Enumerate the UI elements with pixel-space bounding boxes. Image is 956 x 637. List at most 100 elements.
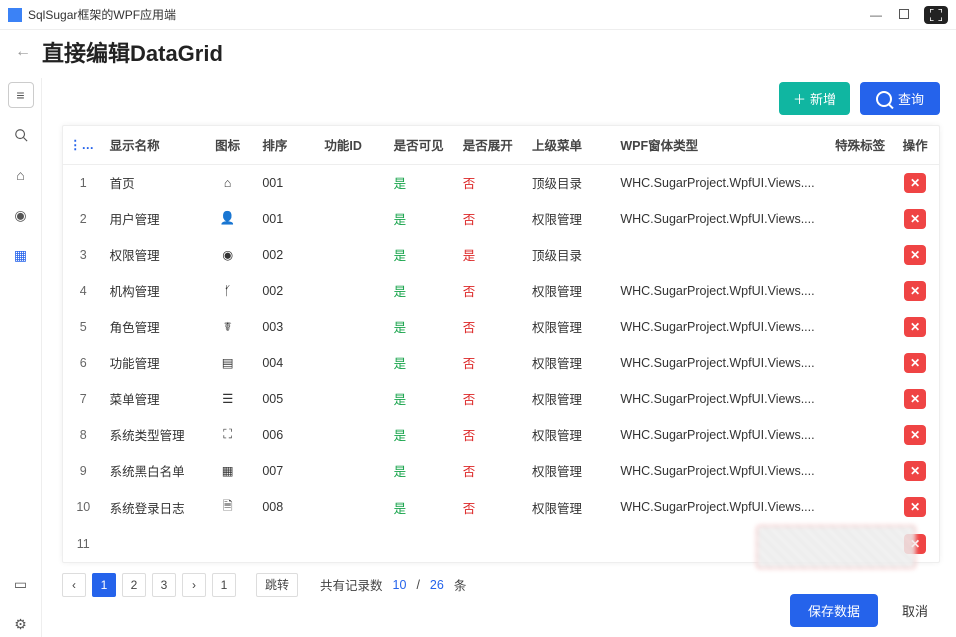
cell-sort[interactable]: 001 bbox=[256, 164, 318, 201]
cell-visible[interactable]: 是 bbox=[388, 417, 457, 453]
cell-parent[interactable]: 权限管理 bbox=[526, 309, 614, 345]
cell-tag[interactable] bbox=[829, 381, 891, 417]
table-row[interactable]: 2用户管理👤001是否权限管理WHC.SugarProject.WpfUI.Vi… bbox=[63, 201, 939, 237]
cell-wpf[interactable]: WHC.SugarProject.WpfUI.Views.... bbox=[614, 381, 829, 417]
cell-expand[interactable]: 否 bbox=[457, 309, 526, 345]
cell-name[interactable] bbox=[104, 526, 199, 562]
table-row[interactable]: 3权限管理◉002是是顶级目录✕ bbox=[63, 237, 939, 273]
cancel-button[interactable]: 取消 bbox=[890, 594, 940, 627]
cell-tag[interactable] bbox=[829, 453, 891, 489]
cell-wpf[interactable]: WHC.SugarProject.WpfUI.Views.... bbox=[614, 345, 829, 381]
cell-sort[interactable]: 006 bbox=[256, 417, 318, 453]
cell-tag[interactable] bbox=[829, 417, 891, 453]
cell-tag[interactable] bbox=[829, 164, 891, 201]
col-sort[interactable]: 排序 bbox=[256, 126, 318, 164]
table-row[interactable]: 7菜单管理☰005是否权限管理WHC.SugarProject.WpfUI.Vi… bbox=[63, 381, 939, 417]
cell-name[interactable]: 菜单管理 bbox=[104, 381, 199, 417]
cell-name[interactable]: 首页 bbox=[104, 164, 199, 201]
delete-button[interactable]: ✕ bbox=[904, 281, 926, 301]
cell-wpf[interactable]: WHC.SugarProject.WpfUI.Views.... bbox=[614, 273, 829, 309]
cell-expand[interactable]: 否 bbox=[457, 345, 526, 381]
table-row[interactable]: 5角色管理☤003是否权限管理WHC.SugarProject.WpfUI.Vi… bbox=[63, 309, 939, 345]
save-button[interactable]: 保存数据 bbox=[790, 594, 878, 627]
page-next[interactable]: › bbox=[182, 573, 206, 597]
cell-wpf[interactable]: WHC.SugarProject.WpfUI.Views.... bbox=[614, 309, 829, 345]
back-button[interactable]: ← bbox=[14, 43, 32, 61]
cell-tag[interactable] bbox=[829, 273, 891, 309]
cell-sort[interactable]: 002 bbox=[256, 237, 318, 273]
page-jump-button[interactable]: 跳转 bbox=[256, 573, 298, 597]
cell-funcid[interactable] bbox=[318, 273, 387, 309]
cell-tag[interactable] bbox=[829, 237, 891, 273]
cell-sort[interactable]: 004 bbox=[256, 345, 318, 381]
cell-name[interactable]: 用户管理 bbox=[104, 201, 199, 237]
cell-funcid[interactable] bbox=[318, 417, 387, 453]
page-2[interactable]: 2 bbox=[122, 573, 146, 597]
cell-wpf[interactable]: WHC.SugarProject.WpfUI.Views.... bbox=[614, 489, 829, 526]
cell-parent[interactable]: 权限管理 bbox=[526, 273, 614, 309]
cell-wpf[interactable]: WHC.SugarProject.WpfUI.Views.... bbox=[614, 164, 829, 201]
col-name[interactable]: 显示名称 bbox=[104, 126, 199, 164]
cell-visible[interactable]: 是 bbox=[388, 201, 457, 237]
page-1[interactable]: 1 bbox=[92, 573, 116, 597]
cell-expand[interactable]: 否 bbox=[457, 273, 526, 309]
col-expand[interactable]: 是否展开 bbox=[457, 126, 526, 164]
home-icon[interactable]: ⌂ bbox=[8, 162, 34, 188]
cell-sort[interactable] bbox=[256, 526, 318, 562]
cell-funcid[interactable] bbox=[318, 453, 387, 489]
cell-parent[interactable]: 权限管理 bbox=[526, 201, 614, 237]
delete-button[interactable]: ✕ bbox=[904, 497, 926, 517]
cell-sort[interactable]: 002 bbox=[256, 273, 318, 309]
table-row[interactable]: 1首页⌂001是否顶级目录WHC.SugarProject.WpfUI.View… bbox=[63, 164, 939, 201]
cell-sort[interactable]: 003 bbox=[256, 309, 318, 345]
search-icon[interactable] bbox=[8, 122, 34, 148]
cell-expand[interactable]: 否 bbox=[457, 381, 526, 417]
cell-name[interactable]: 权限管理 bbox=[104, 237, 199, 273]
cell-expand[interactable]: 否 bbox=[457, 453, 526, 489]
cell-wpf[interactable]: WHC.SugarProject.WpfUI.Views.... bbox=[614, 453, 829, 489]
cell-sort[interactable]: 001 bbox=[256, 201, 318, 237]
cell-funcid[interactable] bbox=[318, 237, 387, 273]
cell-funcid[interactable] bbox=[318, 489, 387, 526]
cell-visible[interactable]: 是 bbox=[388, 453, 457, 489]
cell-name[interactable]: 机构管理 bbox=[104, 273, 199, 309]
cell-expand[interactable]: 是 bbox=[457, 237, 526, 273]
col-funcid[interactable]: 功能ID bbox=[318, 126, 387, 164]
table-row[interactable]: 9系统黑白名单▦007是否权限管理WHC.SugarProject.WpfUI.… bbox=[63, 453, 939, 489]
col-icon[interactable]: 图标 bbox=[199, 126, 256, 164]
cell-parent[interactable]: 权限管理 bbox=[526, 489, 614, 526]
cell-tag[interactable] bbox=[829, 201, 891, 237]
cell-name[interactable]: 系统黑白名单 bbox=[104, 453, 199, 489]
col-parent[interactable]: 上级菜单 bbox=[526, 126, 614, 164]
delete-button[interactable]: ✕ bbox=[904, 245, 926, 265]
cell-expand[interactable]: 否 bbox=[457, 201, 526, 237]
cell-parent[interactable] bbox=[526, 526, 614, 562]
cell-tag[interactable] bbox=[829, 489, 891, 526]
cell-wpf[interactable]: WHC.SugarProject.WpfUI.Views.... bbox=[614, 417, 829, 453]
minimize-button[interactable]: — bbox=[862, 8, 890, 22]
delete-button[interactable]: ✕ bbox=[904, 209, 926, 229]
table-row[interactable]: 8系统类型管理⛶006是否权限管理WHC.SugarProject.WpfUI.… bbox=[63, 417, 939, 453]
cell-visible[interactable]: 是 bbox=[388, 237, 457, 273]
user-icon[interactable]: ◉ bbox=[8, 202, 34, 228]
cell-visible[interactable]: 是 bbox=[388, 273, 457, 309]
cell-name[interactable]: 角色管理 bbox=[104, 309, 199, 345]
maximize-button[interactable] bbox=[890, 8, 918, 22]
page-goto-input[interactable]: 1 bbox=[212, 573, 236, 597]
cell-parent[interactable]: 顶级目录 bbox=[526, 237, 614, 273]
delete-button[interactable]: ✕ bbox=[904, 173, 926, 193]
cell-expand[interactable]: 否 bbox=[457, 164, 526, 201]
cell-parent[interactable]: 顶级目录 bbox=[526, 164, 614, 201]
query-button[interactable]: 查询 bbox=[860, 82, 940, 115]
cell-wpf[interactable]: WHC.SugarProject.WpfUI.Views.... bbox=[614, 201, 829, 237]
cell-sort[interactable]: 005 bbox=[256, 381, 318, 417]
cell-visible[interactable]: 是 bbox=[388, 489, 457, 526]
cell-parent[interactable]: 权限管理 bbox=[526, 381, 614, 417]
col-tag[interactable]: 特殊标签 bbox=[829, 126, 891, 164]
cell-visible[interactable]: 是 bbox=[388, 381, 457, 417]
cell-name[interactable]: 功能管理 bbox=[104, 345, 199, 381]
table-row[interactable]: 4机构管理ᚶ002是否权限管理WHC.SugarProject.WpfUI.Vi… bbox=[63, 273, 939, 309]
cell-visible[interactable]: 是 bbox=[388, 309, 457, 345]
grid-icon[interactable]: ▦ bbox=[8, 242, 34, 268]
cell-name[interactable]: 系统类型管理 bbox=[104, 417, 199, 453]
